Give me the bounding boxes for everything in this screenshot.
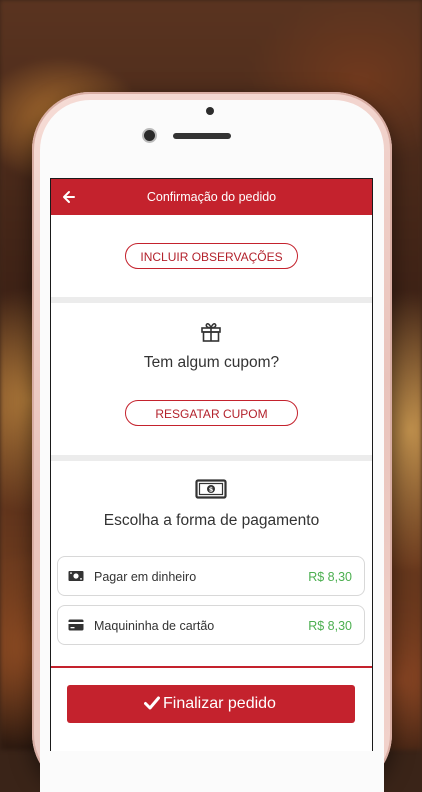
footer-divider (51, 666, 372, 668)
svg-text:$: $ (209, 486, 214, 494)
back-button[interactable] (57, 185, 81, 209)
finalize-order-button[interactable]: Finalizar pedido (67, 685, 355, 723)
redeem-coupon-button[interactable]: RESGATAR CUPOM (125, 400, 298, 426)
finalize-order-label: Finalizar pedido (163, 695, 276, 712)
earpiece-speaker (173, 133, 231, 139)
payment-option-price: R$ 8,30 (308, 619, 352, 633)
app-screen: Confirmação do pedido INCLUIR OBSERVAÇÕE… (50, 178, 373, 751)
payment-prompt: Escolha a forma de pagamento (103, 512, 320, 529)
money-bill-icon: $ (195, 479, 227, 499)
proximity-sensor (206, 107, 214, 115)
section-divider (51, 297, 372, 303)
gift-icon (201, 322, 221, 342)
top-bar: Confirmação do pedido (51, 179, 372, 215)
payment-option-label: Pagar em dinheiro (94, 570, 197, 584)
front-camera (144, 130, 155, 141)
page-title: Confirmação do pedido (146, 190, 277, 204)
arrow-left-icon (63, 191, 75, 203)
payment-option-label: Maquininha de cartão (94, 619, 215, 633)
coupon-prompt: Tem algum cupom? (143, 354, 280, 371)
section-divider (51, 455, 372, 461)
payment-option-cash[interactable]: Pagar em dinheiro R$ 8,30 (57, 556, 365, 596)
payment-option-price: R$ 8,30 (308, 570, 352, 584)
cash-icon (68, 571, 84, 581)
credit-card-icon (68, 619, 84, 631)
payment-option-card[interactable]: Maquininha de cartão R$ 8,30 (57, 605, 365, 645)
check-icon (144, 696, 160, 710)
include-observations-button[interactable]: INCLUIR OBSERVAÇÕES (125, 243, 298, 269)
